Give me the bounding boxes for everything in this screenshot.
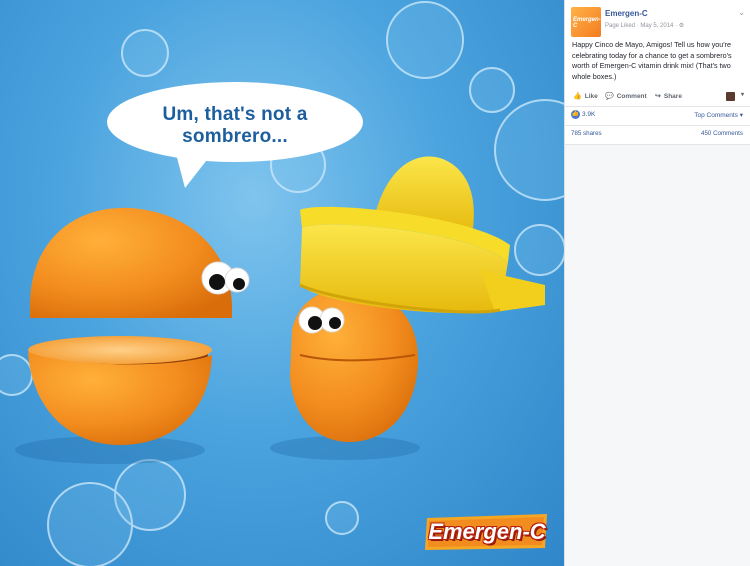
post-photo[interactable]: Um, that's not a sombrero... Emergen-C xyxy=(0,0,564,566)
post-stats: 785 shares 450 Comments xyxy=(571,130,747,140)
like-button[interactable]: 👍 Like xyxy=(573,92,598,101)
share-label: Share xyxy=(663,92,682,100)
comments-link[interactable]: 450 Comments xyxy=(701,130,743,137)
brand-logo: Emergen-C xyxy=(423,512,551,552)
speech-bubble-text: Um, that's not a sombrero... xyxy=(162,104,308,147)
comment-label: Comment xyxy=(616,92,647,100)
post-header: Emergen-C Emergen-C Page Liked · May 5, … xyxy=(571,6,747,42)
thumbs-up-icon: 👍 xyxy=(573,93,582,100)
page-name-link[interactable]: Emergen-C xyxy=(605,9,648,18)
like-label: Like xyxy=(584,92,598,100)
chevron-down-icon[interactable]: ⌄ xyxy=(738,8,745,17)
shares-link[interactable]: 785 shares xyxy=(571,130,602,137)
reactions-count[interactable]: 3.9K xyxy=(582,111,595,118)
divider xyxy=(565,106,750,107)
post-meta: Page Liked · May 5, 2014 · ⚙ xyxy=(605,23,685,29)
like-reaction-icon: 👍 xyxy=(571,110,580,119)
right-orange xyxy=(290,288,419,443)
comment-icon: 💬 xyxy=(605,93,614,100)
page-avatar-text: Emergen-C xyxy=(573,17,601,29)
comments-area xyxy=(565,145,750,566)
facebook-photo-viewer: Um, that's not a sombrero... Emergen-C E… xyxy=(0,0,750,566)
left-orange xyxy=(28,207,250,445)
comment-button[interactable]: 💬 Comment xyxy=(605,92,647,101)
top-comments-dropdown[interactable]: Top Comments ▾ xyxy=(694,111,743,119)
share-icon: ↪ xyxy=(655,93,661,100)
reactions-row: 👍 3.9K Top Comments ▾ xyxy=(571,110,747,122)
post-actions: 👍 Like 💬 Comment ↪ Share ▾ xyxy=(571,90,747,104)
page-avatar[interactable]: Emergen-C xyxy=(571,7,601,37)
commenter-avatar[interactable] xyxy=(726,92,735,101)
photo-illustration xyxy=(0,1,564,566)
post-message: Happy Cinco de Mayo, Amigos! Tell us how… xyxy=(572,40,732,81)
share-button[interactable]: ↪ Share xyxy=(655,92,682,101)
brand-logo-text: Emergen-C xyxy=(428,519,546,544)
divider xyxy=(565,125,750,126)
post-details-panel: Emergen-C Emergen-C Page Liked · May 5, … xyxy=(564,0,750,566)
caret-down-icon[interactable]: ▾ xyxy=(741,91,744,98)
